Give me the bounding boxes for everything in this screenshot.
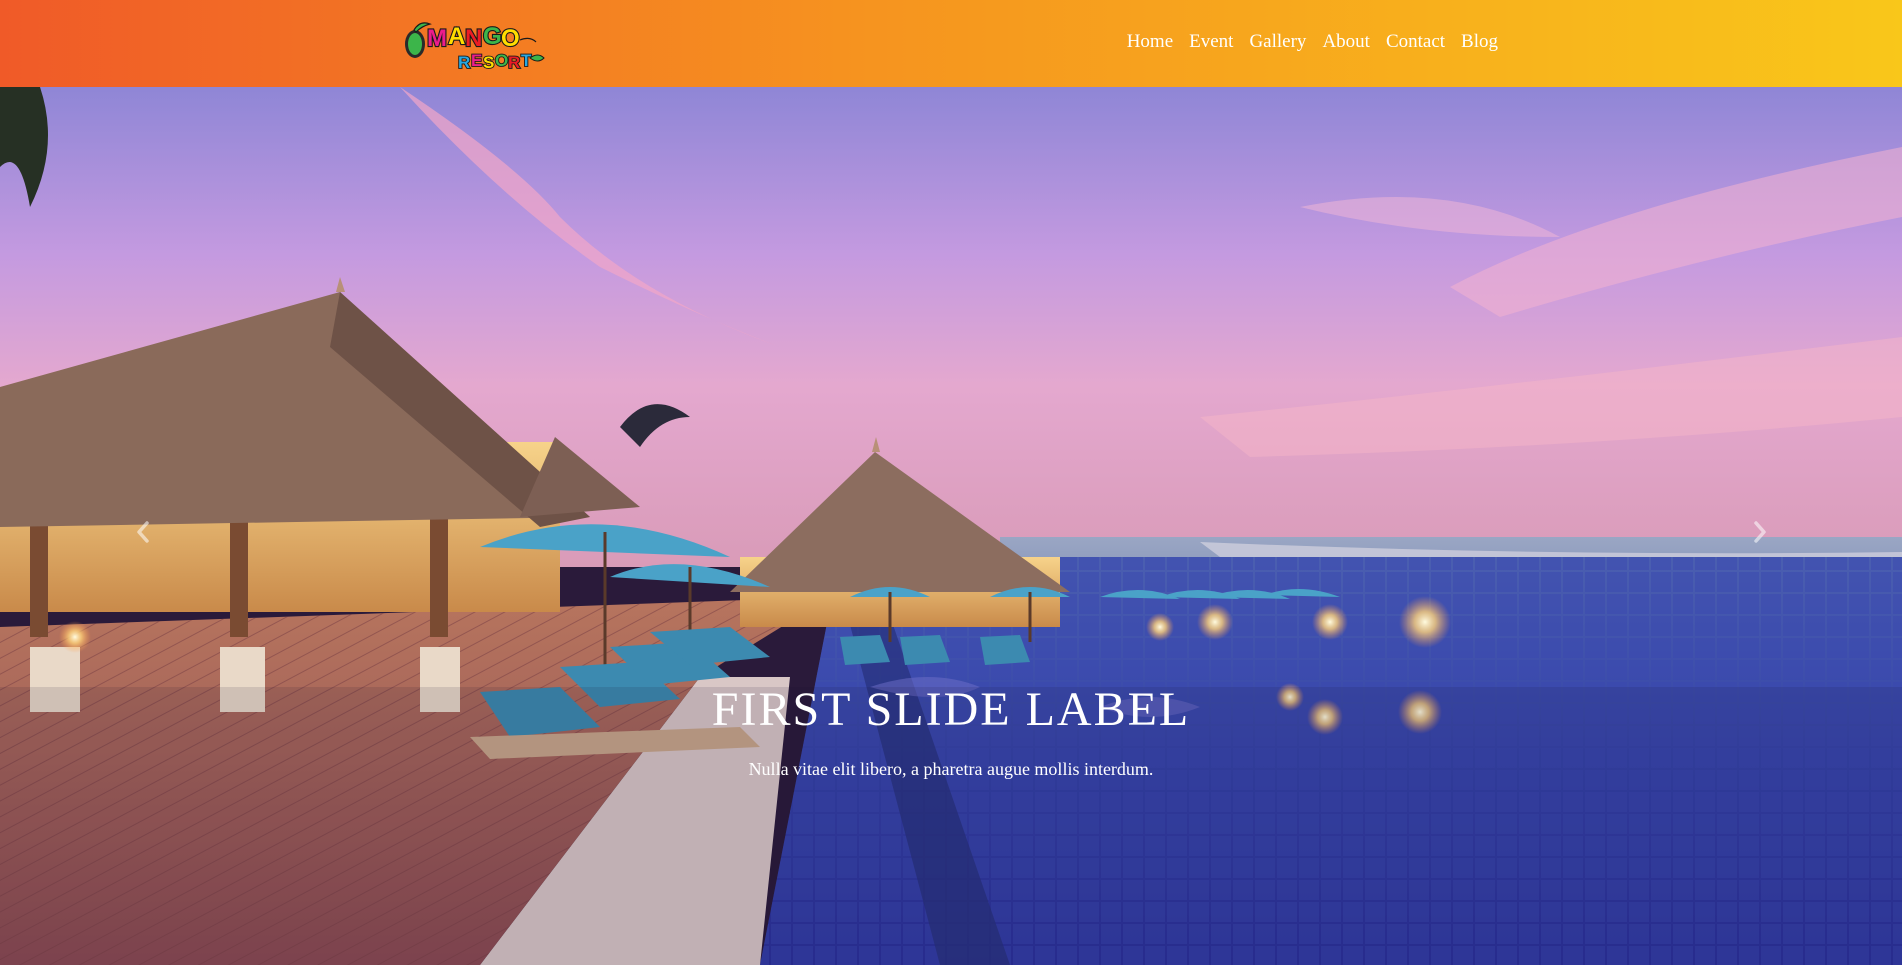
svg-text:R: R bbox=[458, 53, 470, 72]
svg-text:R: R bbox=[508, 53, 520, 72]
carousel-next-button[interactable] bbox=[1747, 517, 1773, 547]
slide-caption: FIRST SLIDE LABEL Nulla vitae elit liber… bbox=[0, 682, 1902, 780]
nav-link-blog[interactable]: Blog bbox=[1461, 31, 1498, 53]
svg-text:O: O bbox=[501, 25, 520, 52]
svg-text:G: G bbox=[483, 23, 502, 50]
nav-link-contact[interactable]: Contact bbox=[1386, 31, 1445, 53]
svg-text:A: A bbox=[448, 23, 465, 50]
brand-logo[interactable]: M A N G O R E S O R T bbox=[400, 16, 556, 73]
svg-text:N: N bbox=[465, 25, 482, 52]
chevron-right-icon bbox=[1754, 521, 1766, 543]
slide-photo bbox=[0, 87, 1902, 965]
nav-link-about[interactable]: About bbox=[1322, 31, 1370, 53]
slide-title: FIRST SLIDE LABEL bbox=[711, 683, 1191, 736]
svg-text:E: E bbox=[471, 51, 482, 70]
slide-text: Nulla vitae elit libero, a pharetra augu… bbox=[748, 759, 1154, 779]
chevron-left-icon bbox=[137, 521, 149, 543]
nav-link-home[interactable]: Home bbox=[1127, 31, 1173, 53]
carousel-prev-button[interactable] bbox=[130, 517, 156, 547]
main-nav: Home Event Gallery About Contact Blog bbox=[1127, 31, 1498, 53]
mango-resort-logo-icon: M A N G O R E S O R T bbox=[405, 22, 545, 73]
svg-text:M: M bbox=[427, 25, 447, 52]
svg-text:S: S bbox=[483, 53, 494, 72]
svg-text:T: T bbox=[521, 51, 532, 70]
hero-carousel: FIRST SLIDE LABEL Nulla vitae elit liber… bbox=[0, 87, 1902, 965]
nav-link-event[interactable]: Event bbox=[1189, 31, 1233, 53]
navbar: M A N G O R E S O R T Home Event Gallery… bbox=[0, 0, 1902, 87]
nav-link-gallery[interactable]: Gallery bbox=[1249, 31, 1306, 53]
svg-text:O: O bbox=[495, 51, 508, 70]
